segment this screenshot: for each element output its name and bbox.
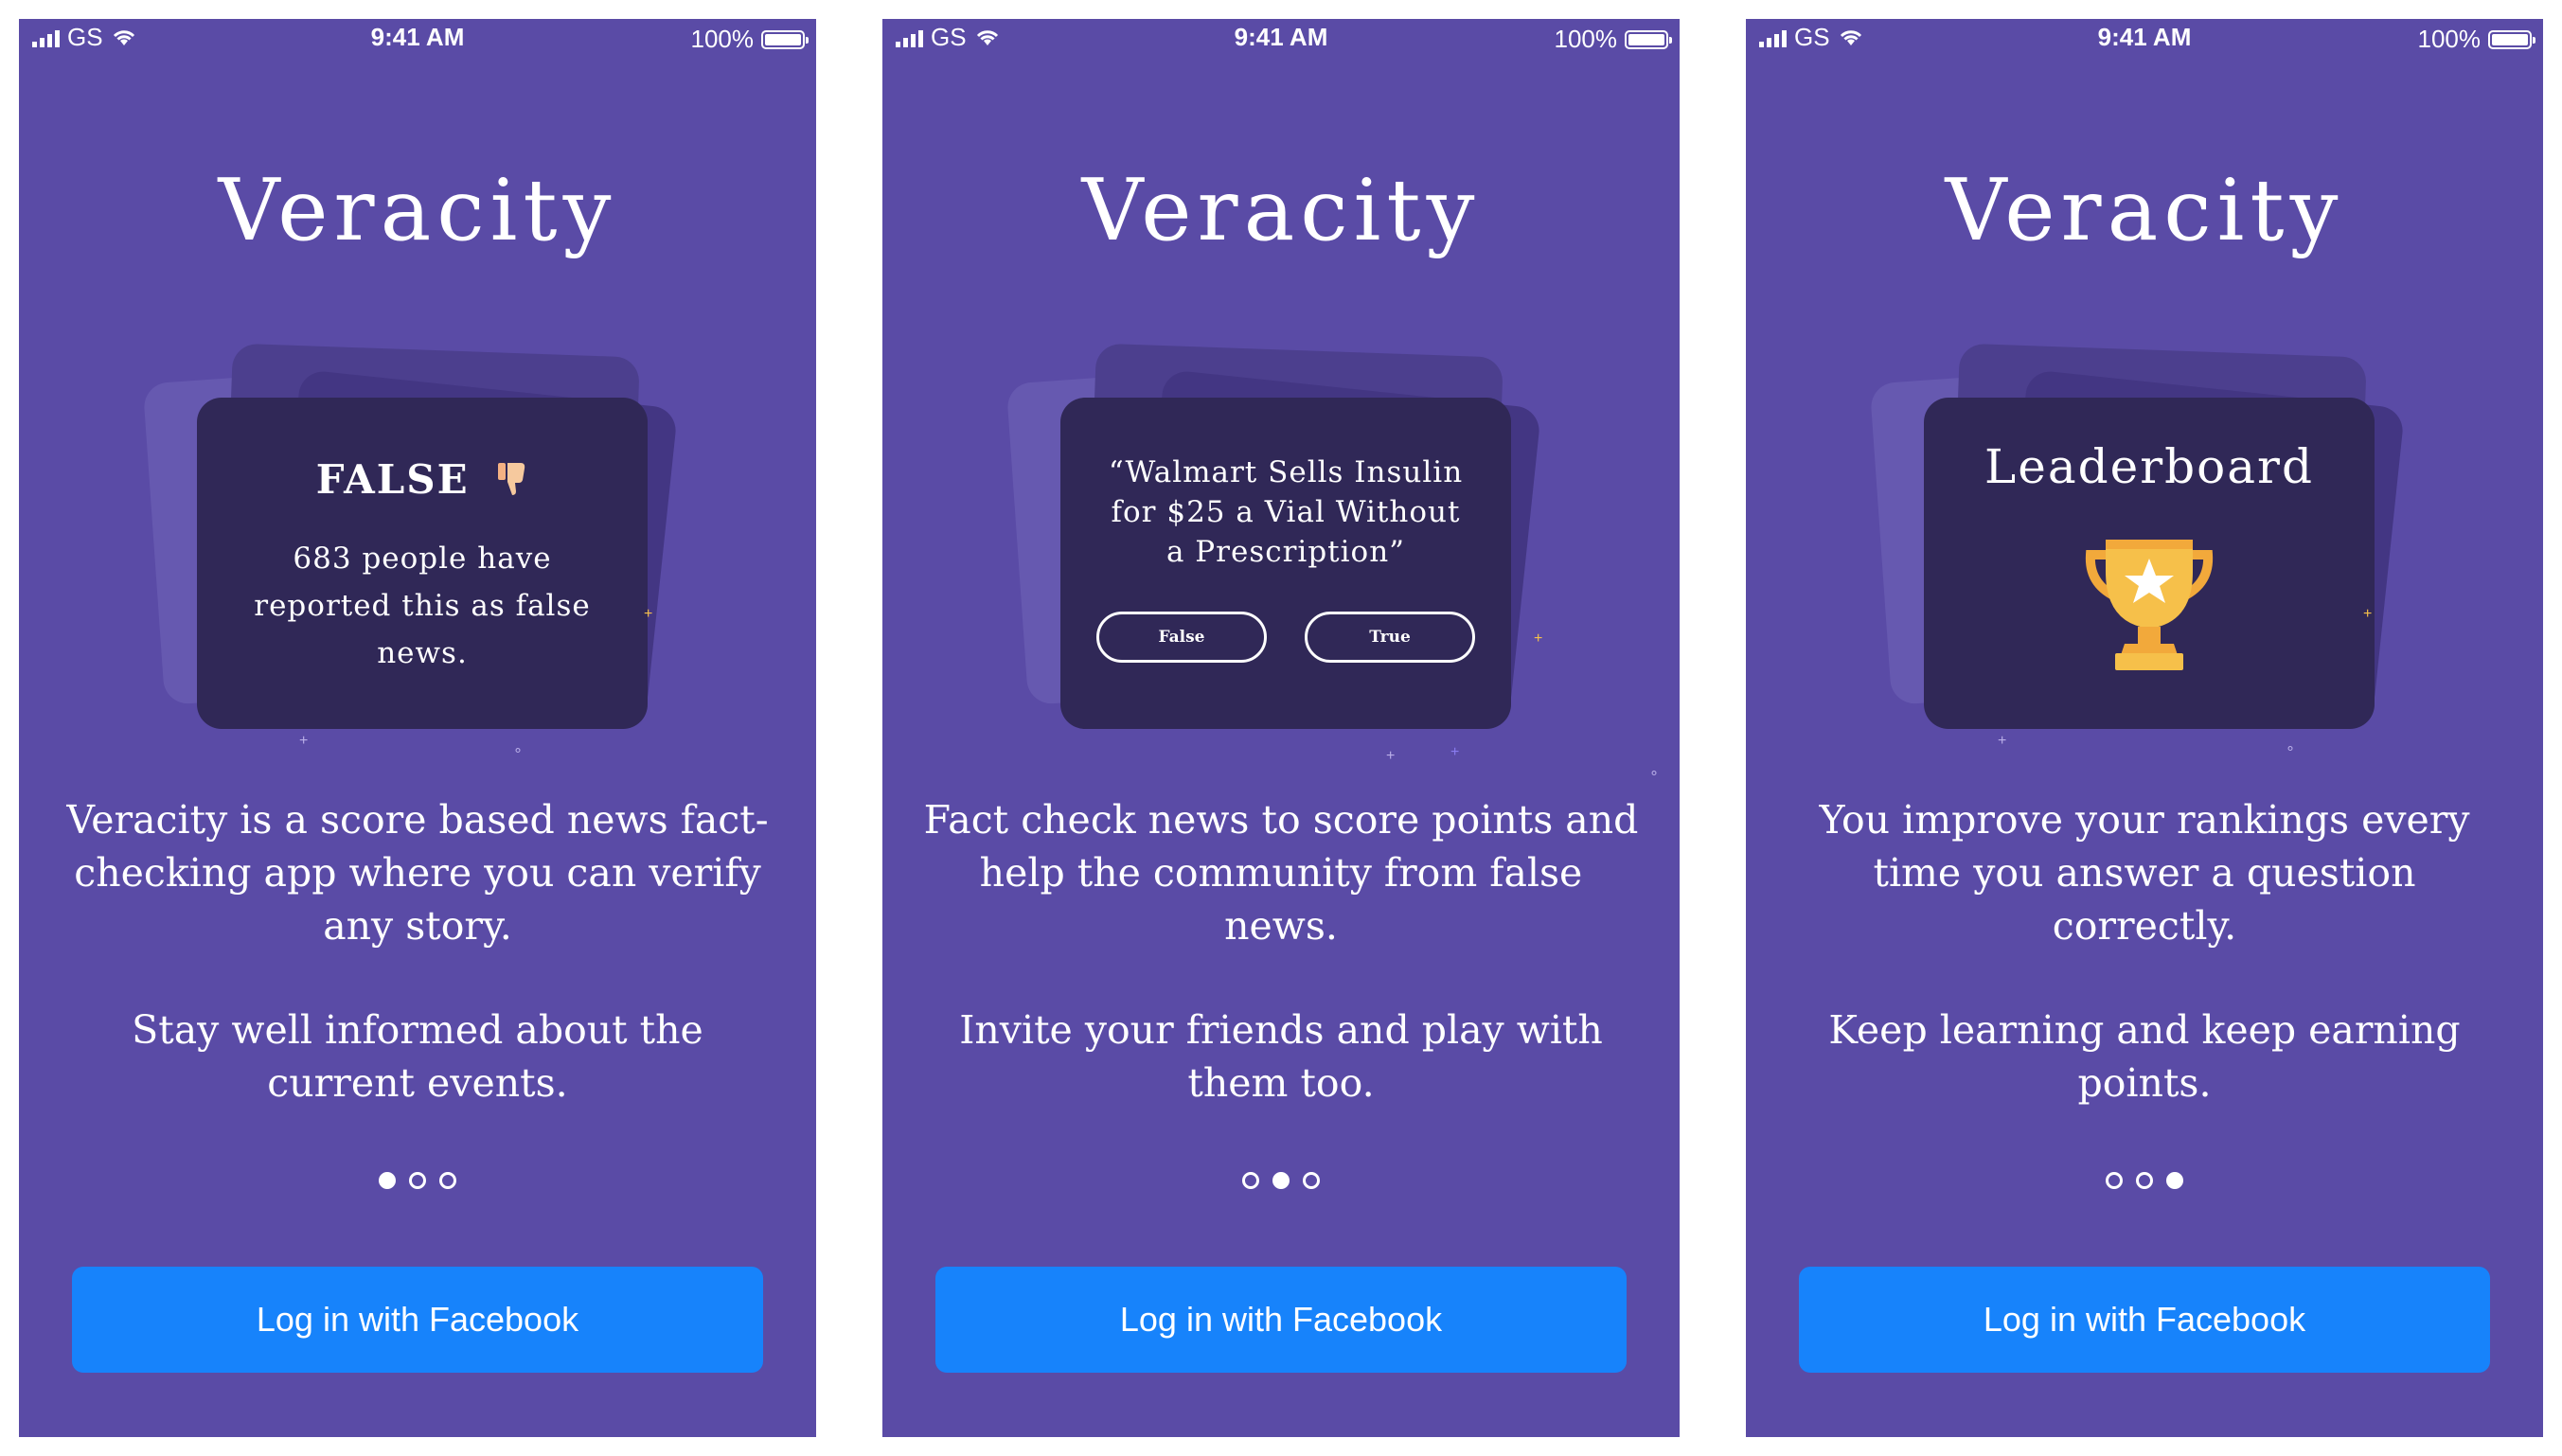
sparkle-icon: +: [1450, 744, 1460, 760]
sparkle-icon: +: [2363, 606, 2373, 622]
description-text: You improve your rankings every time you…: [1819, 797, 2470, 949]
page-dot[interactable]: [1242, 1172, 1259, 1189]
sparkle-icon: ∘: [1649, 765, 1660, 781]
facebook-login-button[interactable]: Log in with Facebook: [1799, 1267, 2490, 1373]
onboarding-screen-1: GS 9:41 AM 100% Veracity FALSE 683 peopl…: [19, 19, 816, 1437]
page-indicator: [882, 1172, 1680, 1189]
battery-percent: 100%: [2417, 25, 2482, 53]
sparkle-icon: +: [1998, 733, 2007, 749]
sparkle-icon: +: [1534, 630, 1543, 647]
sparkle-icon: +: [299, 733, 309, 749]
card-stack: FALSE 683 people have reported this as f…: [142, 331, 691, 767]
page-indicator: [19, 1172, 816, 1189]
onboarding-screen-3: GS 9:41 AM 100% Veracity Leaderboard + +…: [1746, 19, 2543, 1437]
page-dot[interactable]: [2166, 1172, 2183, 1189]
description-text: Veracity is a score based news fact-chec…: [66, 797, 769, 949]
facebook-login-button[interactable]: Log in with Facebook: [935, 1267, 1627, 1373]
facebook-login-button[interactable]: Log in with Facebook: [72, 1267, 763, 1373]
leaderboard-card: Leaderboard: [1924, 398, 2375, 729]
page-indicator: [1746, 1172, 2543, 1189]
sparkle-icon: ∘: [2286, 740, 2296, 756]
leaderboard-title: Leaderboard: [1984, 439, 2314, 494]
page-dot[interactable]: [1272, 1172, 1290, 1189]
page-dot[interactable]: [409, 1172, 426, 1189]
card-stack: “Walmart Sells Insulin for $25 a Vial Wi…: [1005, 331, 1659, 781]
onboarding-screen-2: GS 9:41 AM 100% Veracity “Walmart Sells …: [882, 19, 1680, 1437]
page-dot[interactable]: [1303, 1172, 1320, 1189]
question-card: “Walmart Sells Insulin for $25 a Vial Wi…: [1060, 398, 1511, 729]
app-title: Veracity: [218, 161, 617, 260]
description-text-2: Invite your friends and play with them t…: [959, 1007, 1603, 1106]
battery-percent: 100%: [690, 25, 755, 53]
sparkle-icon: +: [644, 606, 653, 622]
news-headline: “Walmart Sells Insulin for $25 a Vial Wi…: [1108, 455, 1464, 569]
app-title: Veracity: [1945, 161, 2344, 260]
verdict-card: FALSE 683 people have reported this as f…: [197, 398, 648, 729]
battery-percent: 100%: [1554, 25, 1618, 53]
verdict-label: FALSE: [315, 456, 470, 503]
description-text-2: Stay well informed about the current eve…: [132, 1007, 703, 1106]
page-dot[interactable]: [439, 1172, 456, 1189]
status-bar: GS 9:41 AM 100%: [1746, 19, 2543, 61]
battery-icon: [2488, 29, 2535, 49]
trophy-icon: [2083, 538, 2215, 676]
true-answer-button[interactable]: True: [1305, 612, 1475, 663]
app-title: Veracity: [1081, 161, 1481, 260]
page-dot[interactable]: [2136, 1172, 2153, 1189]
sparkle-icon: +: [1386, 748, 1396, 764]
description-text-2: Keep learning and keep earning points.: [1828, 1007, 2461, 1106]
description-text: Fact check news to score points and help…: [923, 797, 1639, 949]
thumbs-down-icon: [496, 460, 528, 506]
page-dot[interactable]: [379, 1172, 396, 1189]
false-answer-button[interactable]: False: [1096, 612, 1267, 663]
reported-count-text: 683 people have reported this as false n…: [254, 542, 591, 670]
battery-icon: [1625, 29, 1672, 49]
card-stack: Leaderboard + + ∘: [1869, 331, 2418, 767]
battery-icon: [761, 29, 809, 49]
status-bar: GS 9:41 AM 100%: [882, 19, 1680, 61]
page-dot[interactable]: [2106, 1172, 2123, 1189]
sparkle-icon: ∘: [513, 742, 524, 758]
status-bar: GS 9:41 AM 100%: [19, 19, 816, 61]
